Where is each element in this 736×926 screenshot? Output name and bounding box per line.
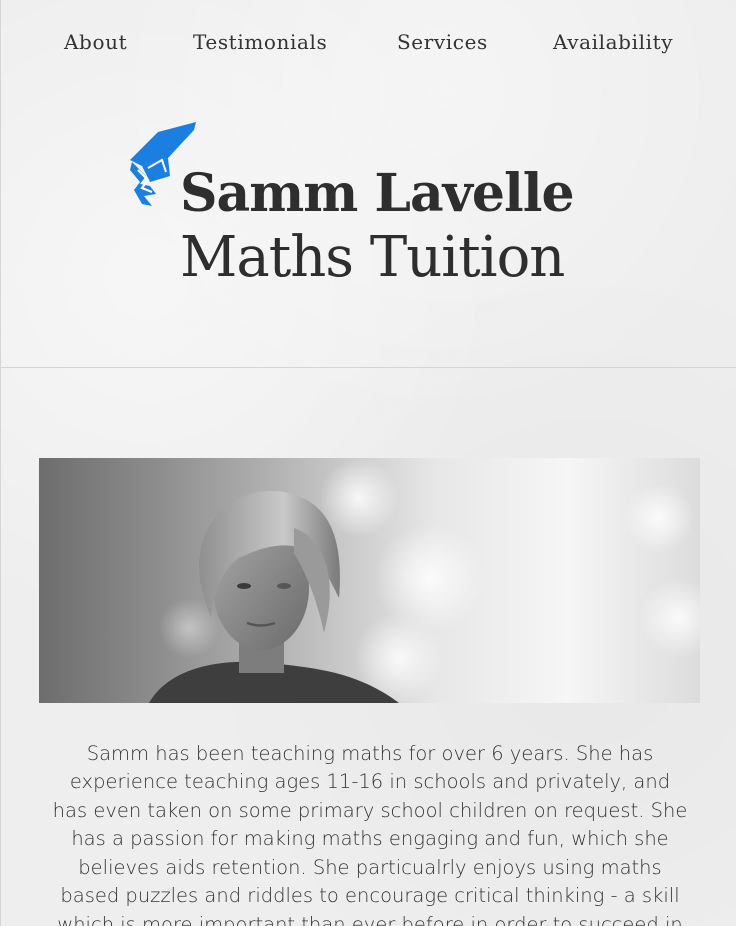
nav-link-testimonials[interactable]: Testimonials xyxy=(193,30,327,54)
site-tagline: Maths Tuition xyxy=(180,225,565,290)
nav-link-services[interactable]: Services xyxy=(397,30,488,54)
site-header: Samm Lavelle Maths Tuition xyxy=(0,100,736,360)
about-bio-text: Samm has been teaching maths for over 6 … xyxy=(52,741,688,926)
nav-link-about[interactable]: About xyxy=(64,30,127,54)
main-navigation: About Testimonials Services Availability xyxy=(0,0,736,88)
site-title: Samm Lavelle xyxy=(180,163,575,224)
hero-portrait-image xyxy=(39,458,700,703)
header-divider xyxy=(0,367,736,368)
nav-link-availability[interactable]: Availability xyxy=(553,30,673,54)
